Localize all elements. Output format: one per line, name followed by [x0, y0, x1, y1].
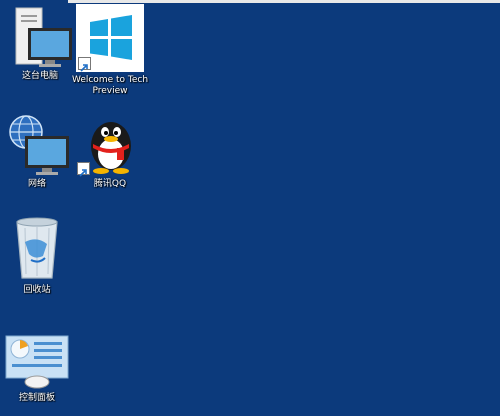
desktop-icon-recycle-bin[interactable]: 回收站	[0, 216, 78, 296]
recycle-bin-icon	[16, 217, 58, 279]
control-panel-icon	[5, 335, 69, 389]
shortcut-arrow-icon	[78, 57, 91, 72]
desktop-icon-label: 腾讯QQ	[93, 179, 127, 189]
desktop-icon-network[interactable]: 网络	[0, 114, 78, 190]
network-icon	[9, 115, 69, 175]
computer-icon	[15, 7, 72, 67]
desktop-icon-welcome-tech-preview[interactable]: Welcome to Tech Preview	[69, 4, 151, 97]
desktop: { "desktop": { "background_color": "#0c3…	[0, 0, 500, 416]
shortcut-arrow-icon	[77, 162, 90, 177]
desktop-icon-tencent-qq[interactable]: 腾讯QQ	[69, 110, 151, 190]
desktop-icon-label: Welcome to Tech Preview	[71, 75, 149, 96]
desktop-icon-label: 网络	[27, 179, 46, 189]
desktop-icon-control-panel[interactable]: 控制面板	[0, 334, 78, 404]
desktop-icon-label: 控制面板	[18, 393, 55, 403]
desktop-icon-label: 回收站	[23, 285, 51, 295]
top-window-edge	[68, 0, 500, 3]
